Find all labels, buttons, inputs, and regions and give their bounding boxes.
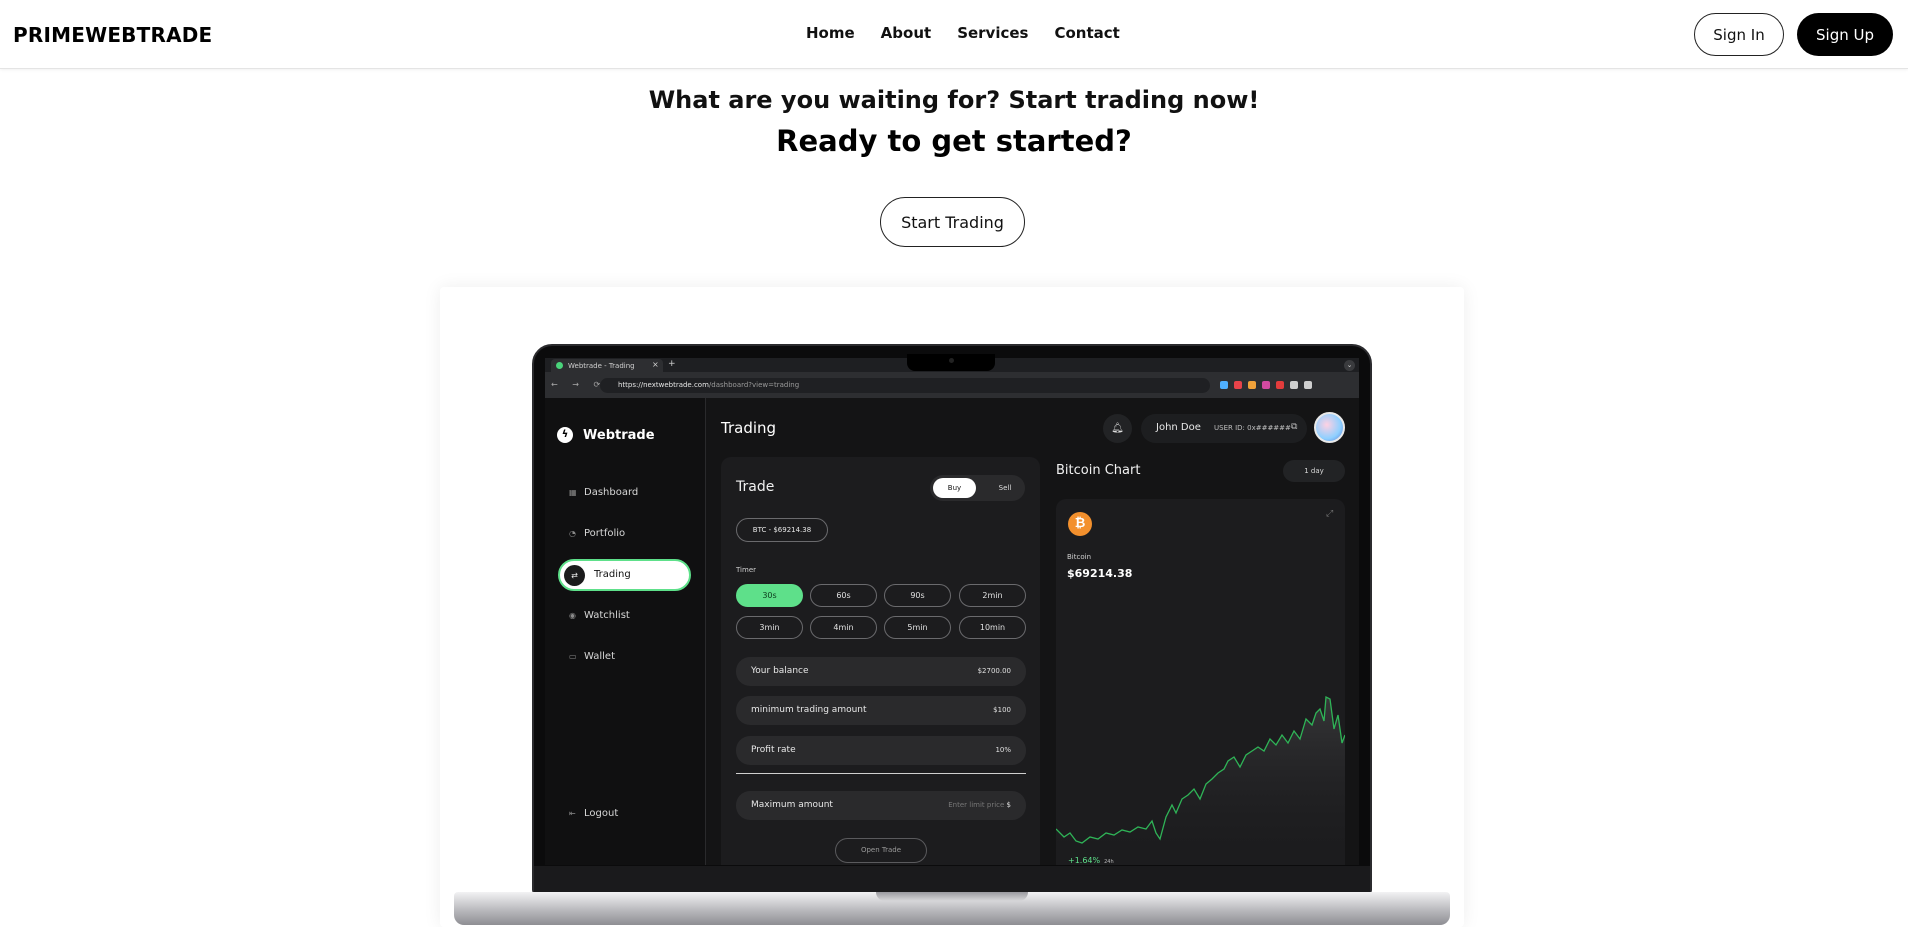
- app-logo-text: Webtrade: [583, 428, 655, 443]
- price-change: +1.64% 24h: [1068, 856, 1114, 865]
- extension-icon: [1220, 381, 1228, 389]
- max-amount-row: Maximum amount Enter limit price $: [736, 791, 1026, 820]
- chart-card: [1056, 499, 1345, 865]
- chart-title: Bitcoin Chart: [1056, 463, 1141, 478]
- user-id: USER ID: 0x######: [1214, 424, 1291, 432]
- nav-link-contact[interactable]: Contact: [1054, 24, 1119, 42]
- tab-favicon-icon: [556, 362, 563, 369]
- extension-icon: [1248, 381, 1256, 389]
- timer-option: 3min: [736, 616, 803, 639]
- sell-tab: Sell: [998, 484, 1012, 492]
- trade-title: Trade: [736, 479, 775, 495]
- browser-nav-icons: ← → ⟳: [551, 380, 607, 389]
- top-navbar: PRIMEWEBTRADE Home About Services Contac…: [0, 0, 1908, 69]
- currency-symbol: $: [1006, 801, 1011, 809]
- logout-icon: ⇤: [569, 809, 576, 818]
- balance-label: Your balance: [751, 666, 809, 676]
- timer-option: 60s: [810, 584, 877, 607]
- extension-icon: [1234, 381, 1242, 389]
- extension-icon: [1290, 381, 1298, 389]
- bell-icon: 🔔︎: [1103, 414, 1132, 443]
- camera-icon: [949, 358, 954, 363]
- nav-link-services[interactable]: Services: [957, 24, 1028, 42]
- pie-icon: ◔: [569, 529, 576, 538]
- bitcoin-icon: ₿: [1068, 512, 1092, 536]
- grid-icon: ▦: [569, 488, 577, 497]
- trading-pair-badge: BTC - $69214.38: [736, 518, 828, 542]
- timer-option: 10min: [959, 616, 1026, 639]
- start-trading-button[interactable]: Start Trading: [880, 197, 1025, 247]
- balance-row: Your balance $2700.00: [736, 657, 1026, 686]
- eye-icon: ◉: [569, 611, 576, 620]
- expand-icon: ⤢: [1326, 509, 1334, 519]
- sign-up-button[interactable]: Sign Up: [1797, 13, 1893, 56]
- timer-option: 30s: [736, 584, 803, 607]
- extension-icon: [1276, 381, 1284, 389]
- trading-icon: ⇄: [564, 565, 585, 586]
- extension-icon: [1304, 381, 1312, 389]
- url-host: https://nextwebtrade.com: [618, 381, 709, 389]
- divider: [736, 773, 1026, 774]
- app-sidebar: [545, 398, 706, 865]
- sparkline-area: [1056, 697, 1345, 865]
- browser-url: https://nextwebtrade.com/dashboard?view=…: [600, 378, 1210, 393]
- coin-price: $69214.38: [1067, 567, 1133, 580]
- max-amount-label: Maximum amount: [751, 800, 833, 810]
- sidebar-item-label: Watchlist: [584, 610, 630, 621]
- lightning-logo-icon: ϟ: [557, 427, 573, 443]
- sidebar-item-logout: ⇤ Logout: [569, 808, 618, 819]
- min-amount-row: minimum trading amount $100: [736, 696, 1026, 725]
- min-amount-value: $100: [993, 706, 1011, 714]
- chevron-down-icon: ⌄: [1344, 360, 1355, 371]
- coin-name: Bitcoin: [1067, 553, 1092, 561]
- sign-in-button[interactable]: Sign In: [1694, 13, 1784, 56]
- sidebar-item-portfolio: ◔ Portfolio: [569, 528, 625, 539]
- profit-rate-label: Profit rate: [751, 745, 796, 755]
- nav-link-about[interactable]: About: [881, 24, 932, 42]
- tab-close-icon: ×: [652, 360, 659, 369]
- timer-option: 4min: [810, 616, 877, 639]
- price-change-value: +1.64%: [1068, 856, 1101, 865]
- brand-logo[interactable]: PRIMEWEBTRADE: [13, 23, 212, 47]
- browser-tab: Webtrade - Trading: [551, 359, 663, 372]
- avatar: [1314, 412, 1345, 443]
- user-name: John Doe: [1156, 422, 1201, 433]
- copy-icon: ⧉: [1291, 422, 1298, 432]
- range-selector: 1 day: [1283, 460, 1345, 482]
- app-page-title: Trading: [721, 419, 777, 437]
- hero-title: Ready to get started?: [776, 124, 1132, 158]
- sidebar-item-watchlist: ◉ Watchlist: [569, 610, 630, 621]
- new-tab-icon: +: [668, 359, 676, 369]
- hero-subtitle: What are you waiting for? Start trading …: [648, 86, 1260, 114]
- sidebar-item-wallet: ▭ Wallet: [569, 651, 615, 662]
- timer-option: 90s: [884, 584, 951, 607]
- laptop-hinge-groove: [876, 892, 1028, 901]
- sidebar-item-label: Trading: [594, 569, 631, 580]
- laptop-bottom-bezel: [534, 866, 1370, 892]
- max-amount-hint: Enter limit price: [948, 801, 1005, 809]
- nav-link-home[interactable]: Home: [806, 24, 855, 42]
- min-amount-label: minimum trading amount: [751, 705, 867, 715]
- timer-label: Timer: [736, 566, 757, 574]
- sidebar-item-label: Portfolio: [584, 528, 626, 539]
- sidebar-item-trading: ⇄ Trading: [558, 559, 691, 591]
- extension-icon: [1262, 381, 1270, 389]
- open-trade-button: Open Trade: [835, 838, 927, 863]
- price-sparkline: [1056, 695, 1345, 865]
- sidebar-item-label: Wallet: [584, 651, 616, 662]
- sidebar-item-dashboard: ▦ Dashboard: [569, 487, 638, 498]
- profit-rate-row: Profit rate 10%: [736, 736, 1026, 765]
- url-path: /dashboard?view=trading: [708, 381, 800, 389]
- wallet-icon: ▭: [569, 652, 577, 661]
- timer-option: 5min: [884, 616, 951, 639]
- buy-tab: Buy: [933, 478, 976, 498]
- sidebar-item-label: Logout: [584, 808, 619, 819]
- sidebar-item-label: Dashboard: [584, 487, 639, 498]
- nav-links: Home About Services Contact: [806, 24, 1120, 42]
- timer-option: 2min: [959, 584, 1026, 607]
- price-change-period: 24h: [1104, 859, 1114, 865]
- profit-rate-value: 10%: [995, 746, 1011, 754]
- max-amount-placeholder: Enter limit price $: [948, 801, 1011, 809]
- balance-value: $2700.00: [977, 667, 1011, 675]
